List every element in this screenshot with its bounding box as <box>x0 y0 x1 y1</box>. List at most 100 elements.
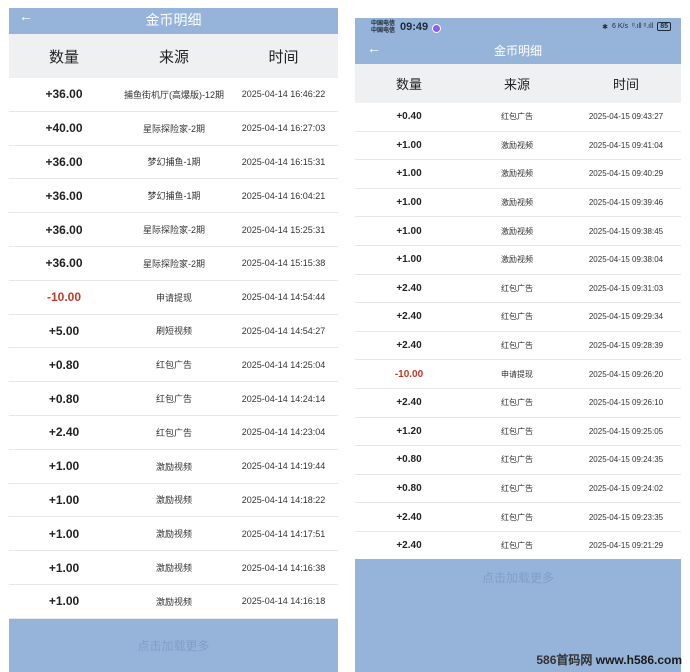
table-row: -10.00 申请提现 2025-04-14 14:54:44 <box>9 281 338 315</box>
header-time: 时间 <box>612 77 639 92</box>
source-cell: 红包广告 <box>501 484 533 494</box>
table-row: +0.80 红包广告 2025-04-15 09:24:35 <box>355 446 681 475</box>
source-cell: 激励视频 <box>501 169 533 179</box>
table-row: +36.00 星际探险家-2期 2025-04-14 15:25:31 <box>9 213 338 247</box>
battery-icon: 85 <box>657 22 671 31</box>
table-row: +1.00 激励视频 2025-04-15 09:39:46 <box>355 189 681 218</box>
table-header: 数量 来源 时间 <box>9 34 338 78</box>
amount-cell: +1.00 <box>396 197 422 209</box>
source-cell: 红包广告 <box>155 360 192 371</box>
source-cell: 申请提现 <box>501 369 533 379</box>
status-time: 09:49 <box>400 21 429 33</box>
source-cell: 激励视频 <box>155 563 192 574</box>
time-cell: 2025-04-15 09:43:27 <box>588 112 664 122</box>
amount-cell: +0.80 <box>396 454 422 466</box>
amount-cell: -10.00 <box>46 290 82 305</box>
amount-cell: +1.00 <box>48 594 80 609</box>
coin-record-list: +36.00 捕鱼街机厅(高爆版)-12期 2025-04-14 16:46:22 +… <box>9 78 338 619</box>
source-cell: 激励视频 <box>501 255 533 265</box>
status-icons: ✱ 6 K/s ᵗˡ.ıll ᵗˡ.ıll 85 <box>602 22 671 31</box>
site-watermark: 586首码网 www.h586.com <box>536 653 682 667</box>
source-cell: 红包广告 <box>501 426 533 436</box>
amount-cell: +1.20 <box>396 425 422 437</box>
source-cell: 红包广告 <box>501 512 533 522</box>
table-row: +2.40 红包广告 2025-04-15 09:23:35 <box>355 503 681 532</box>
status-bar: 中国电信 中国电信 09:49 ✱ 6 K/s ᵗˡ.ıll ᵗˡ.ıll 85 <box>355 18 681 38</box>
table-row: +1.00 激励视频 2025-04-14 14:19:44 <box>9 450 338 484</box>
table-row: +2.40 红包广告 2025-04-15 09:26:10 <box>355 389 681 418</box>
source-cell: 红包广告 <box>501 312 533 322</box>
amount-cell: +2.40 <box>396 282 422 294</box>
table-row: +40.00 星际探险家-2期 2025-04-14 16:27:03 <box>9 112 338 146</box>
source-cell: 梦幻捕鱼-1期 <box>147 191 201 202</box>
header-amount: 数量 <box>48 48 79 66</box>
table-row: +1.00 激励视频 2025-04-15 09:38:45 <box>355 217 681 246</box>
source-cell: 申请提现 <box>155 292 192 303</box>
source-cell: 激励视频 <box>501 140 533 150</box>
amount-cell: +40.00 <box>45 121 83 136</box>
time-cell: 2025-04-14 15:25:31 <box>241 224 326 235</box>
right-panel: 中国电信 中国电信 09:49 ✱ 6 K/s ᵗˡ.ıll ᵗˡ.ıll 85… <box>355 18 681 672</box>
table-row: +0.80 红包广告 2025-04-15 09:24:02 <box>355 475 681 504</box>
time-cell: 2025-04-15 09:38:45 <box>588 226 664 236</box>
top-bar: ← 金币明细 <box>9 8 338 34</box>
source-cell: 红包广告 <box>501 341 533 351</box>
table-row: +1.00 激励视频 2025-04-15 09:40:29 <box>355 160 681 189</box>
source-cell: 红包广告 <box>501 541 533 551</box>
source-cell: 梦幻捕鱼-1期 <box>147 157 201 168</box>
source-cell: 红包广告 <box>501 283 533 293</box>
time-cell: 2025-04-14 16:27:03 <box>241 123 326 134</box>
amount-cell: +2.40 <box>396 311 422 323</box>
top-bar: 中国电信 中国电信 09:49 ✱ 6 K/s ᵗˡ.ıll ᵗˡ.ıll 85… <box>355 18 681 64</box>
amount-cell: +36.00 <box>45 222 83 237</box>
table-row: +1.00 激励视频 2025-04-14 14:17:51 <box>9 517 338 552</box>
time-cell: 2025-04-14 14:19:44 <box>241 461 326 472</box>
page-title: 金币明细 <box>493 44 542 58</box>
notification-dot-icon <box>432 24 441 33</box>
source-cell: 激励视频 <box>501 226 533 236</box>
table-row: +1.00 激励视频 2025-04-14 14:16:38 <box>9 551 338 585</box>
source-cell: 星际探险家-2期 <box>142 258 205 269</box>
amount-cell: +1.00 <box>396 139 422 151</box>
time-cell: 2025-04-15 09:26:10 <box>588 398 664 408</box>
amount-cell: +2.40 <box>396 540 422 552</box>
time-cell: 2025-04-15 09:23:35 <box>588 512 664 522</box>
table-row: +0.40 红包广告 2025-04-15 09:43:27 <box>355 103 681 132</box>
time-cell: 2025-04-15 09:24:02 <box>588 484 664 494</box>
time-cell: 2025-04-14 14:24:14 <box>241 393 326 404</box>
amount-cell: +1.00 <box>396 254 422 266</box>
source-cell: 红包广告 <box>501 398 533 408</box>
time-cell: 2025-04-15 09:39:46 <box>588 198 664 208</box>
table-row: -10.00 申请提现 2025-04-15 09:26:20 <box>355 360 681 389</box>
time-cell: 2025-04-15 09:21:29 <box>588 541 664 551</box>
amount-cell: -10.00 <box>394 368 424 380</box>
table-row: +0.80 红包广告 2025-04-14 14:24:14 <box>9 382 338 416</box>
amount-cell: +0.80 <box>396 483 422 495</box>
source-cell: 激励视频 <box>155 461 192 472</box>
load-more-button[interactable]: 点击加载更多 <box>9 618 338 672</box>
net-speed: 6 K/s <box>612 23 628 30</box>
table-row: +2.40 红包广告 2025-04-15 09:21:29 <box>355 532 681 561</box>
time-cell: 2025-04-15 09:41:04 <box>588 140 664 150</box>
table-row: +1.00 激励视频 2025-04-15 09:41:04 <box>355 132 681 161</box>
amount-cell: +5.00 <box>48 323 80 338</box>
table-row: +2.40 红包广告 2025-04-14 14:23:04 <box>9 416 338 450</box>
header-time: 时间 <box>268 48 299 66</box>
time-cell: 2025-04-14 14:54:44 <box>241 292 326 303</box>
amount-cell: +1.00 <box>48 560 80 575</box>
left-panel: ← 金币明细 数量 来源 时间 +36.00 捕鱼街机厅(高爆版)-12期 2025… <box>9 8 338 672</box>
amount-cell: +0.80 <box>48 391 80 406</box>
carrier-label: 中国电信 中国电信 <box>371 21 396 34</box>
table-row: +1.20 红包广告 2025-04-15 09:25:05 <box>355 418 681 447</box>
amount-cell: +2.40 <box>396 511 422 523</box>
source-cell: 激励视频 <box>155 495 192 506</box>
source-cell: 红包广告 <box>501 455 533 465</box>
table-row: +36.00 梦幻捕鱼-1期 2025-04-14 16:04:21 <box>9 179 338 214</box>
time-cell: 2025-04-14 16:46:22 <box>241 89 326 100</box>
time-cell: 2025-04-15 09:31:03 <box>588 283 664 293</box>
amount-cell: +2.40 <box>396 397 422 409</box>
amount-cell: +1.00 <box>396 168 422 180</box>
amount-cell: +1.00 <box>48 526 80 541</box>
time-cell: 2025-04-14 14:17:51 <box>241 528 326 539</box>
time-cell: 2025-04-14 16:15:31 <box>241 156 326 167</box>
